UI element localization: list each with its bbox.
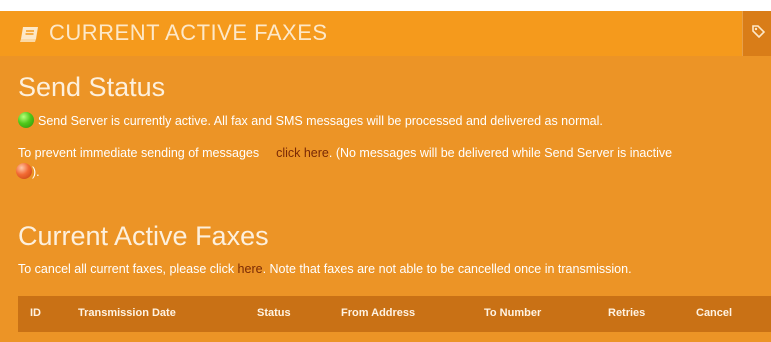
tag-button[interactable] bbox=[742, 11, 771, 56]
send-status-text: Send Server is currently active. All fax… bbox=[38, 114, 603, 128]
prevent-sending-line: To prevent immediate sending of messages… bbox=[18, 146, 672, 160]
column-retries[interactable]: Retries bbox=[608, 307, 645, 319]
prevent-suffix-text: . (No messages will be delivered while S… bbox=[328, 146, 673, 160]
prevent-text: To prevent immediate sending of messages bbox=[18, 146, 260, 160]
active-faxes-panel: CURRENT ACTIVE FAXES Send Status Send Se… bbox=[0, 11, 771, 342]
click-here-link[interactable]: click here bbox=[276, 146, 329, 160]
send-status-line: Send Server is currently active. All fax… bbox=[18, 112, 603, 128]
status-active-icon bbox=[18, 112, 34, 128]
panel-header: CURRENT ACTIVE FAXES bbox=[0, 11, 771, 56]
column-transmission-date[interactable]: Transmission Date bbox=[78, 307, 176, 319]
column-from-address[interactable]: From Address bbox=[341, 307, 415, 319]
prevent-tail-text: ). bbox=[32, 165, 40, 179]
column-cancel[interactable]: Cancel bbox=[696, 307, 732, 319]
cancel-prefix-text: To cancel all current faxes, please clic… bbox=[18, 262, 238, 276]
active-faxes-heading: Current Active Faxes bbox=[18, 221, 269, 251]
column-to-number[interactable]: To Number bbox=[484, 307, 541, 319]
book-icon bbox=[19, 24, 41, 44]
send-status-heading: Send Status bbox=[18, 72, 166, 102]
cancel-instructions: To cancel all current faxes, please clic… bbox=[18, 262, 632, 276]
status-inactive-icon bbox=[16, 163, 32, 179]
column-status[interactable]: Status bbox=[257, 307, 291, 319]
faxes-table-header: ID Transmission Date Status From Address… bbox=[18, 296, 771, 332]
tag-icon bbox=[752, 25, 765, 38]
inactive-indicator-line: ). bbox=[16, 163, 40, 179]
column-id[interactable]: ID bbox=[30, 307, 41, 319]
cancel-suffix-text: . Note that faxes are not able to be can… bbox=[262, 262, 632, 276]
panel-title: CURRENT ACTIVE FAXES bbox=[49, 20, 328, 45]
cancel-all-link[interactable]: here bbox=[238, 262, 263, 276]
